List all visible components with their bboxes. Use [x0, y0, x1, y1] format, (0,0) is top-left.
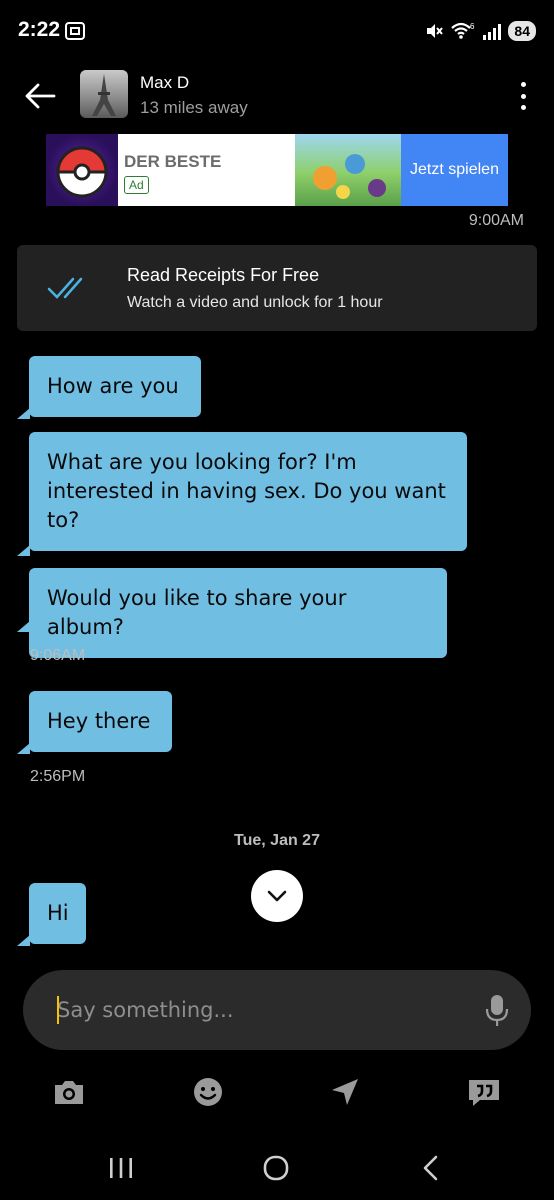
ad-headline: DER BESTE [124, 152, 222, 171]
message-bubble[interactable]: Hi [29, 883, 86, 944]
text-caret [57, 996, 59, 1024]
date-divider: Tue, Jan 27 [234, 832, 320, 849]
dot-icon [520, 105, 526, 110]
profile-name[interactable]: Max D [140, 73, 189, 93]
saved-phrases-icon[interactable] [466, 1074, 502, 1110]
message-bubble[interactable]: What are you looking for? I'm interested… [29, 432, 467, 551]
message-text: How are you [47, 374, 179, 398]
message-text: Would you like to share your album? [47, 586, 347, 639]
message-composer [23, 970, 531, 1050]
double-check-icon [47, 277, 83, 299]
attachment-toolbar [0, 1068, 554, 1118]
message-bubble[interactable]: Hey there [29, 691, 172, 752]
status-time: 2:22 [18, 18, 61, 41]
chat-screen: 2:22 6 84 Max D 13 miles away DER BESTE … [0, 0, 554, 1200]
pokeball-logo [46, 134, 118, 206]
message-input[interactable] [57, 992, 457, 1028]
location-icon[interactable] [327, 1074, 363, 1110]
bubble-tail [17, 545, 30, 556]
chat-header: Max D 13 miles away [0, 64, 554, 128]
ad-timestamp: 9:00AM [468, 212, 524, 229]
message-timestamp: 9:06AM [30, 647, 86, 664]
battery-indicator: 84 [508, 21, 536, 41]
system-nav-bar [0, 1136, 554, 1200]
receipts-title: Read Receipts For Free [127, 265, 320, 285]
camera-icon[interactable] [51, 1074, 87, 1110]
more-options-button[interactable] [516, 78, 530, 114]
message-bubble[interactable]: How are you [29, 356, 201, 417]
recent-apps-icon[interactable] [103, 1150, 139, 1186]
mute-icon [427, 24, 444, 38]
bubble-tail [17, 935, 30, 946]
ad-banner[interactable]: DER BESTE Ad Jetzt spielen [46, 134, 508, 206]
emoji-icon[interactable] [190, 1074, 226, 1110]
wifi-icon: 6 [451, 22, 475, 39]
avatar[interactable] [80, 70, 128, 118]
dot-icon [520, 93, 526, 99]
ad-text-area: DER BESTE Ad [118, 134, 295, 206]
message-text: Hey there [47, 709, 151, 733]
message-text: What are you looking for? I'm interested… [47, 450, 446, 532]
bubble-tail [17, 408, 30, 419]
back-nav-icon[interactable] [414, 1150, 450, 1186]
ad-cta-button[interactable]: Jetzt spielen [401, 134, 508, 206]
message-text: Hi [47, 901, 69, 925]
profile-distance: 13 miles away [140, 98, 248, 117]
chevron-down-icon [267, 890, 287, 902]
message-timestamp: 2:56PM [30, 768, 86, 785]
receipts-subtitle: Watch a video and unlock for 1 hour [127, 294, 383, 311]
bubble-tail [17, 621, 30, 632]
network-type: 6 [470, 22, 475, 31]
signal-icon [483, 24, 502, 40]
screenshot-icon [65, 22, 85, 40]
back-arrow-icon[interactable] [22, 78, 58, 114]
read-receipts-card[interactable]: Read Receipts For Free Watch a video and… [17, 245, 537, 331]
microphone-icon[interactable] [485, 992, 509, 1028]
ad-game-image [295, 134, 401, 206]
ad-badge: Ad [124, 176, 149, 194]
bubble-tail [17, 743, 30, 754]
eiffel-tower-photo [92, 74, 116, 116]
status-bar: 2:22 6 84 [0, 0, 554, 64]
scroll-down-button[interactable] [251, 870, 303, 922]
dot-icon [520, 82, 526, 87]
status-icons: 6 84 [424, 18, 536, 44]
message-bubble[interactable]: Would you like to share your album? [29, 568, 447, 658]
home-icon[interactable] [258, 1150, 294, 1186]
